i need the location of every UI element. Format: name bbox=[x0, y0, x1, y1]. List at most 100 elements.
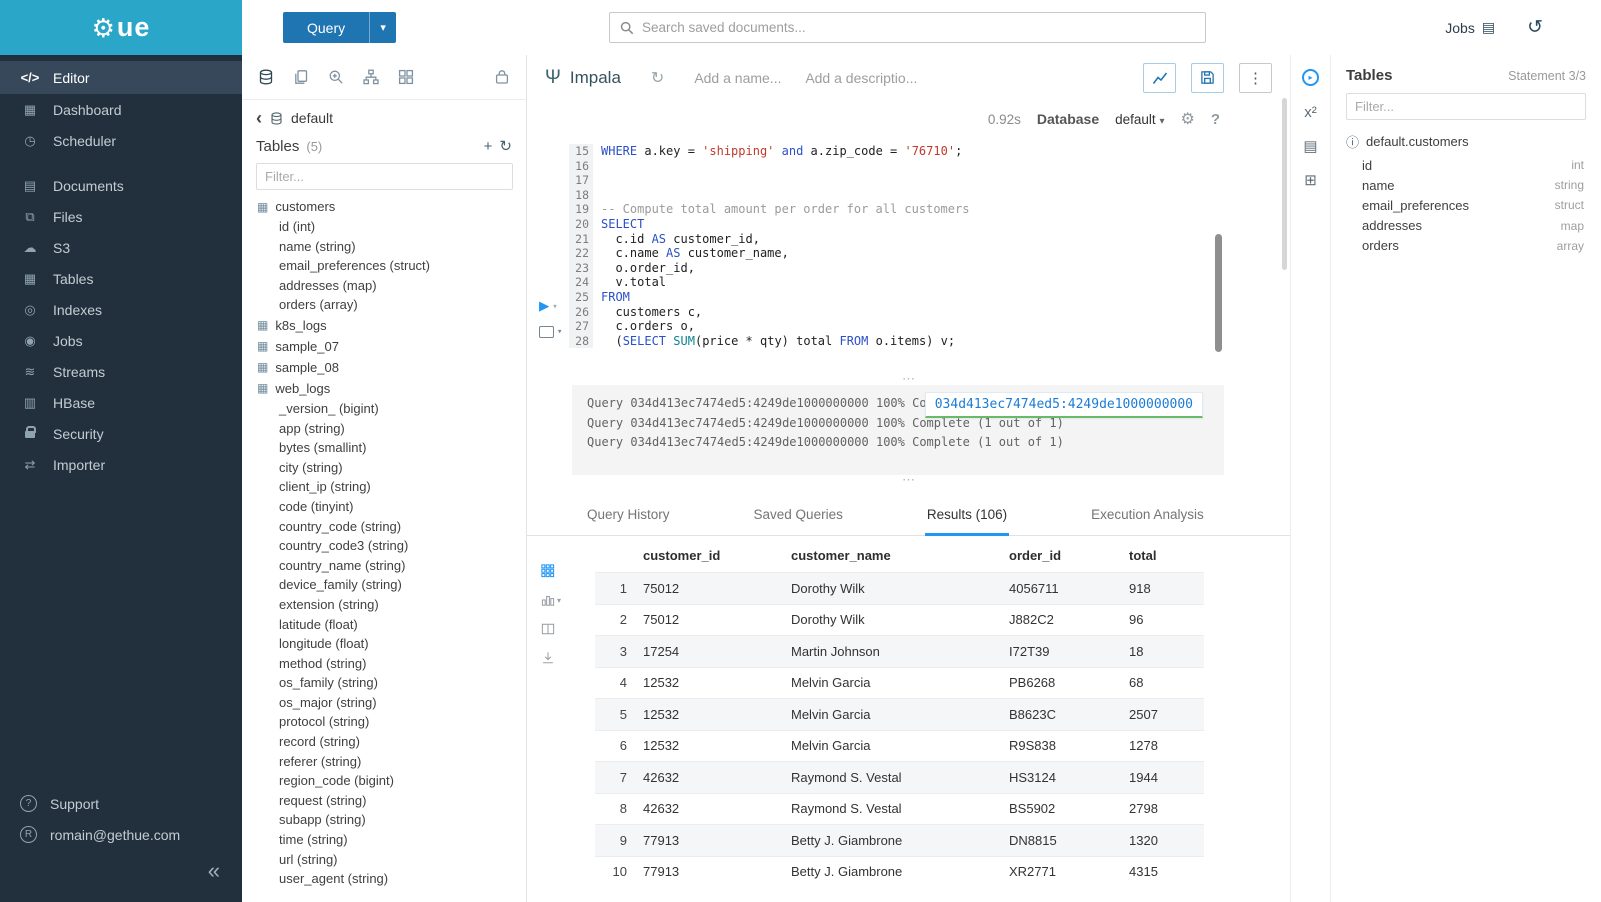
table-item[interactable]: ▦k8s_logs bbox=[242, 315, 526, 336]
column-item[interactable]: subapp (string) bbox=[242, 810, 526, 830]
help-icon[interactable]: ? bbox=[1211, 111, 1220, 128]
column-item[interactable]: country_code3 (string) bbox=[242, 536, 526, 556]
save-button[interactable] bbox=[1191, 63, 1224, 93]
table-item[interactable]: ▦customers bbox=[242, 196, 526, 217]
table-row[interactable]: 842632Raymond S. VestalBS59022798 bbox=[595, 793, 1204, 825]
column-item[interactable]: method (string) bbox=[242, 654, 526, 674]
table-row[interactable]: 512532Melvin GarciaB8623C2507 bbox=[595, 698, 1204, 730]
reload-icon[interactable]: ↻ bbox=[651, 68, 664, 88]
panel-scrollbar[interactable] bbox=[1282, 98, 1287, 270]
column-item[interactable]: user_agent (string) bbox=[242, 869, 526, 889]
sidebar-footer-user[interactable]: Rromain@gethue.com bbox=[0, 819, 242, 850]
column-item[interactable]: city (string) bbox=[242, 458, 526, 478]
column-item[interactable]: protocol (string) bbox=[242, 712, 526, 732]
table-row[interactable]: 1077913Betty J. GiambroneXR27714315 bbox=[595, 856, 1204, 888]
column-item[interactable]: orders (array) bbox=[242, 295, 526, 315]
sidebar-item-editor[interactable]: </>Editor bbox=[0, 61, 242, 94]
column-item[interactable]: client_ip (string) bbox=[242, 477, 526, 497]
column-item[interactable]: email_preferences (struct) bbox=[242, 256, 526, 276]
table-row[interactable]: 977913Betty J. GiambroneDN88151320 bbox=[595, 824, 1204, 856]
download-icon[interactable] bbox=[541, 651, 567, 665]
apps-grid-icon[interactable] bbox=[398, 69, 414, 85]
column-item[interactable]: request (string) bbox=[242, 791, 526, 811]
right-panel-column[interactable]: email_preferencesstruct bbox=[1346, 195, 1586, 215]
sidebar-footer-support[interactable]: ?Support bbox=[0, 788, 242, 819]
sidebar-item-tables[interactable]: ▦Tables bbox=[0, 263, 242, 294]
column-item[interactable]: _version_ (bigint) bbox=[242, 399, 526, 419]
schedule-icon[interactable]: ⊞ bbox=[1304, 173, 1317, 188]
column-item[interactable]: extension (string) bbox=[242, 595, 526, 615]
column-item[interactable]: id (int) bbox=[242, 217, 526, 237]
sidebar-item-dashboard[interactable]: ▦Dashboard bbox=[0, 94, 242, 125]
chart-view-icon[interactable]: ▾ bbox=[541, 593, 567, 607]
add-table-icon[interactable]: + bbox=[484, 138, 493, 155]
table-item[interactable]: ▦sample_07 bbox=[242, 336, 526, 357]
jobs-link[interactable]: Jobs ▤ bbox=[1445, 19, 1495, 36]
resize-handle[interactable]: ⋯ bbox=[527, 374, 1290, 385]
column-item[interactable]: name (string) bbox=[242, 237, 526, 257]
gear-icon[interactable]: ⚙ bbox=[1180, 109, 1194, 129]
execute-caret-icon[interactable]: ▾ bbox=[552, 302, 557, 312]
code-editor[interactable]: ▶ ▾ ▾ 1516171819202122232425262728 WHERE… bbox=[527, 138, 1290, 374]
right-panel-column[interactable]: namestring bbox=[1346, 175, 1586, 195]
column-item[interactable]: latitude (float) bbox=[242, 615, 526, 635]
sitemap-icon[interactable] bbox=[363, 69, 379, 85]
tab-execution-analysis[interactable]: Execution Analysis bbox=[1089, 497, 1206, 536]
chart-button[interactable] bbox=[1143, 63, 1176, 93]
history-icon[interactable]: ↺ bbox=[1527, 16, 1543, 39]
back-chevron-icon[interactable]: ‹ bbox=[256, 109, 262, 127]
data-source-icon[interactable] bbox=[258, 69, 274, 85]
column-item[interactable]: time (string) bbox=[242, 830, 526, 850]
query-id-popover[interactable]: 034d413ec7474ed5:4249de1000000000 bbox=[925, 392, 1203, 418]
hue-logo[interactable]: ⚙ue bbox=[0, 0, 242, 55]
sidebar-item-hbase[interactable]: ▥HBase bbox=[0, 387, 242, 418]
column-item[interactable]: country_code (string) bbox=[242, 517, 526, 537]
resize-handle[interactable]: ⋯ bbox=[527, 475, 1290, 486]
table-row[interactable]: 412532Melvin GarciaPB626868 bbox=[595, 667, 1204, 699]
table-row[interactable]: 275012Dorothy WilkJ882C296 bbox=[595, 604, 1204, 636]
sidebar-item-indexes[interactable]: ◎Indexes bbox=[0, 294, 242, 325]
active-table[interactable]: ⓘ default.customers bbox=[1346, 132, 1586, 151]
bucket-icon[interactable] bbox=[494, 69, 510, 85]
functions-icon[interactable]: x² bbox=[1304, 105, 1317, 120]
table-row[interactable]: 317254Martin JohnsonI72T3918 bbox=[595, 635, 1204, 667]
kebab-menu-button[interactable]: ⋮ bbox=[1239, 63, 1272, 93]
column-item[interactable]: record (string) bbox=[242, 732, 526, 752]
query-name-input[interactable] bbox=[694, 70, 789, 86]
editor-scrollbar[interactable] bbox=[1215, 234, 1222, 352]
assistant-icon[interactable]: ▸ bbox=[1302, 69, 1319, 86]
column-item[interactable]: country_name (string) bbox=[242, 556, 526, 576]
right-panel-column[interactable]: idint bbox=[1346, 155, 1586, 175]
sidebar-item-importer[interactable]: ⇄Importer bbox=[0, 449, 242, 480]
column-item[interactable]: bytes (smallint) bbox=[242, 438, 526, 458]
sidebar-item-security[interactable]: Security bbox=[0, 418, 242, 449]
column-item[interactable]: os_family (string) bbox=[242, 673, 526, 693]
right-panel-filter-input[interactable] bbox=[1346, 93, 1586, 120]
column-item[interactable]: region_code (bigint) bbox=[242, 771, 526, 791]
query-button[interactable]: Query bbox=[283, 12, 369, 43]
documents-icon[interactable] bbox=[293, 69, 309, 85]
sidebar-collapse-button[interactable]: « bbox=[208, 860, 220, 882]
search-zoom-icon[interactable] bbox=[328, 69, 344, 85]
right-panel-column[interactable]: addressesmap bbox=[1346, 216, 1586, 236]
sidebar-item-s3[interactable]: ☁S3 bbox=[0, 232, 242, 263]
tab-saved-queries[interactable]: Saved Queries bbox=[752, 497, 845, 536]
refresh-icon[interactable]: ↻ bbox=[499, 137, 512, 155]
sidebar-item-scheduler[interactable]: ◷Scheduler bbox=[0, 125, 242, 156]
tab-results-106-[interactable]: Results (106) bbox=[925, 497, 1009, 536]
language-reference-icon[interactable]: ▤ bbox=[1303, 139, 1317, 154]
sidebar-item-streams[interactable]: ≋Streams bbox=[0, 356, 242, 387]
sidebar-item-jobs[interactable]: ◉Jobs bbox=[0, 325, 242, 356]
table-row[interactable]: 175012Dorothy Wilk4056711918 bbox=[595, 572, 1204, 604]
breadcrumb-database[interactable]: default bbox=[291, 110, 333, 126]
database-select[interactable]: default ▾ bbox=[1115, 112, 1164, 127]
table-item[interactable]: ▦web_logs bbox=[242, 378, 526, 399]
snippet-menu-button[interactable]: ▾ bbox=[539, 326, 562, 338]
sidebar-item-files[interactable]: ⧉Files bbox=[0, 201, 242, 232]
right-panel-column[interactable]: ordersarray bbox=[1346, 236, 1586, 256]
columns-icon[interactable] bbox=[541, 622, 567, 636]
query-description-input[interactable] bbox=[805, 70, 925, 86]
column-item[interactable]: url (string) bbox=[242, 850, 526, 870]
grid-view-icon[interactable] bbox=[541, 564, 567, 578]
column-item[interactable]: app (string) bbox=[242, 419, 526, 439]
